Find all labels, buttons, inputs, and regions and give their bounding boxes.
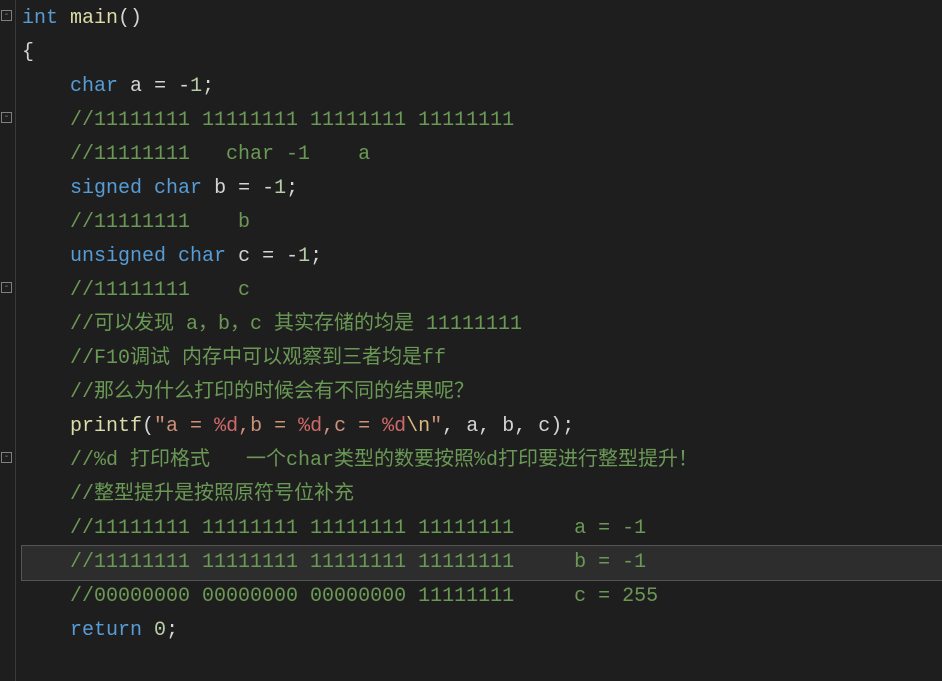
token-comment: //整型提升是按照原符号位补充 <box>70 483 354 506</box>
code-line[interactable]: { <box>22 36 942 70</box>
token-punct: { <box>22 41 34 64</box>
token-punct: , <box>478 415 502 438</box>
token-punct: ; <box>562 415 574 438</box>
code-line[interactable]: //00000000 00000000 00000000 11111111 c … <box>22 580 942 614</box>
token-punct: ; <box>202 75 214 98</box>
fold-toggle-icon[interactable]: - <box>1 10 12 21</box>
token-num: 1 <box>190 75 202 98</box>
token-paren: ( <box>142 415 154 438</box>
token-ident-w: c <box>538 415 550 438</box>
code-line[interactable]: //11111111 c <box>22 274 942 308</box>
token-ident-w: b <box>214 177 226 200</box>
code-line[interactable]: char a = -1; <box>22 70 942 104</box>
code-line[interactable]: //F10调试 内存中可以观察到三者均是ff <box>22 342 942 376</box>
token-num: 1 <box>274 177 286 200</box>
token-comment: //11111111 11111111 11111111 11111111 <box>70 109 514 132</box>
token-num: 1 <box>298 245 310 268</box>
token-comment: //11111111 11111111 11111111 11111111 a … <box>70 517 646 540</box>
token-comment: //F10调试 内存中可以观察到三者均是ff <box>70 347 446 370</box>
token-punct <box>202 177 214 200</box>
token-fmt: %d <box>382 415 406 438</box>
token-punct: - <box>286 245 298 268</box>
token-comment: //%d 打印格式 一个char类型的数要按照%d打印要进行整型提升！ <box>70 449 698 472</box>
token-comment: //11111111 b <box>70 211 250 234</box>
token-kw: return <box>70 619 142 642</box>
token-punct: - <box>262 177 274 200</box>
token-comment: //11111111 11111111 11111111 11111111 b … <box>70 551 646 574</box>
token-type: int <box>22 7 58 30</box>
token-ident-w: c <box>238 245 250 268</box>
token-ident-w: b <box>502 415 514 438</box>
token-esc: \n <box>406 415 430 438</box>
token-type: char <box>154 177 202 200</box>
code-line[interactable]: printf("a = %d,b = %d,c = %d\n", a, b, c… <box>22 410 942 444</box>
token-punct: , <box>442 415 466 438</box>
token-num: 0 <box>154 619 166 642</box>
token-type: signed <box>70 177 142 200</box>
token-str: ,b = <box>238 415 298 438</box>
token-punct <box>118 75 130 98</box>
token-func: printf <box>70 415 142 438</box>
token-func: main <box>70 7 118 30</box>
token-punct <box>142 177 154 200</box>
token-punct: - <box>178 75 190 98</box>
token-fmt: %d <box>298 415 322 438</box>
token-paren: ) <box>550 415 562 438</box>
fold-toggle-icon[interactable]: - <box>1 282 12 293</box>
token-punct: = <box>250 245 286 268</box>
code-editor[interactable]: int main(){ char a = -1; //11111111 1111… <box>16 0 942 681</box>
token-comment: //那么为什么打印的时候会有不同的结果呢？ <box>70 381 474 404</box>
code-line[interactable]: //11111111 char -1 a <box>22 138 942 172</box>
token-punct <box>226 245 238 268</box>
token-punct <box>166 245 178 268</box>
code-line[interactable]: //可以发现 a，b，c 其实存储的均是 11111111 <box>22 308 942 342</box>
token-punct: = <box>226 177 262 200</box>
token-ident-w: a <box>130 75 142 98</box>
code-line[interactable]: signed char b = -1; <box>22 172 942 206</box>
token-type: unsigned <box>70 245 166 268</box>
token-type: char <box>178 245 226 268</box>
code-line[interactable]: int main() <box>22 2 942 36</box>
code-line[interactable]: //11111111 11111111 11111111 11111111 b … <box>22 546 942 580</box>
token-punct: , <box>514 415 538 438</box>
token-paren: () <box>118 7 142 30</box>
token-str: "a = <box>154 415 214 438</box>
token-type: char <box>70 75 118 98</box>
token-str: ,c = <box>322 415 382 438</box>
token-comment: //11111111 c <box>70 279 250 302</box>
token-str: " <box>430 415 442 438</box>
code-line[interactable]: //11111111 11111111 11111111 11111111 a … <box>22 512 942 546</box>
token-fmt: %d <box>214 415 238 438</box>
code-line[interactable]: //11111111 b <box>22 206 942 240</box>
token-punct: ; <box>166 619 178 642</box>
fold-toggle-icon[interactable]: - <box>1 452 12 463</box>
code-line[interactable]: //整型提升是按照原符号位补充 <box>22 478 942 512</box>
code-line[interactable]: unsigned char c = -1; <box>22 240 942 274</box>
token-comment: //00000000 00000000 00000000 11111111 c … <box>70 585 658 608</box>
token-comment: //11111111 char -1 a <box>70 143 370 166</box>
token-punct <box>142 619 154 642</box>
token-punct: ; <box>286 177 298 200</box>
token-comment: //可以发现 a，b，c 其实存储的均是 11111111 <box>70 313 522 336</box>
code-line[interactable]: //那么为什么打印的时候会有不同的结果呢？ <box>22 376 942 410</box>
fold-gutter: - - - - <box>0 0 16 681</box>
token-ident-w: a <box>466 415 478 438</box>
fold-toggle-icon[interactable]: - <box>1 112 12 123</box>
token-punct <box>58 7 70 30</box>
code-line[interactable]: //%d 打印格式 一个char类型的数要按照%d打印要进行整型提升！ <box>22 444 942 478</box>
code-line[interactable]: //11111111 11111111 11111111 11111111 <box>22 104 942 138</box>
code-line[interactable]: return 0; <box>22 614 942 648</box>
token-punct: = <box>142 75 178 98</box>
token-punct: ; <box>310 245 322 268</box>
